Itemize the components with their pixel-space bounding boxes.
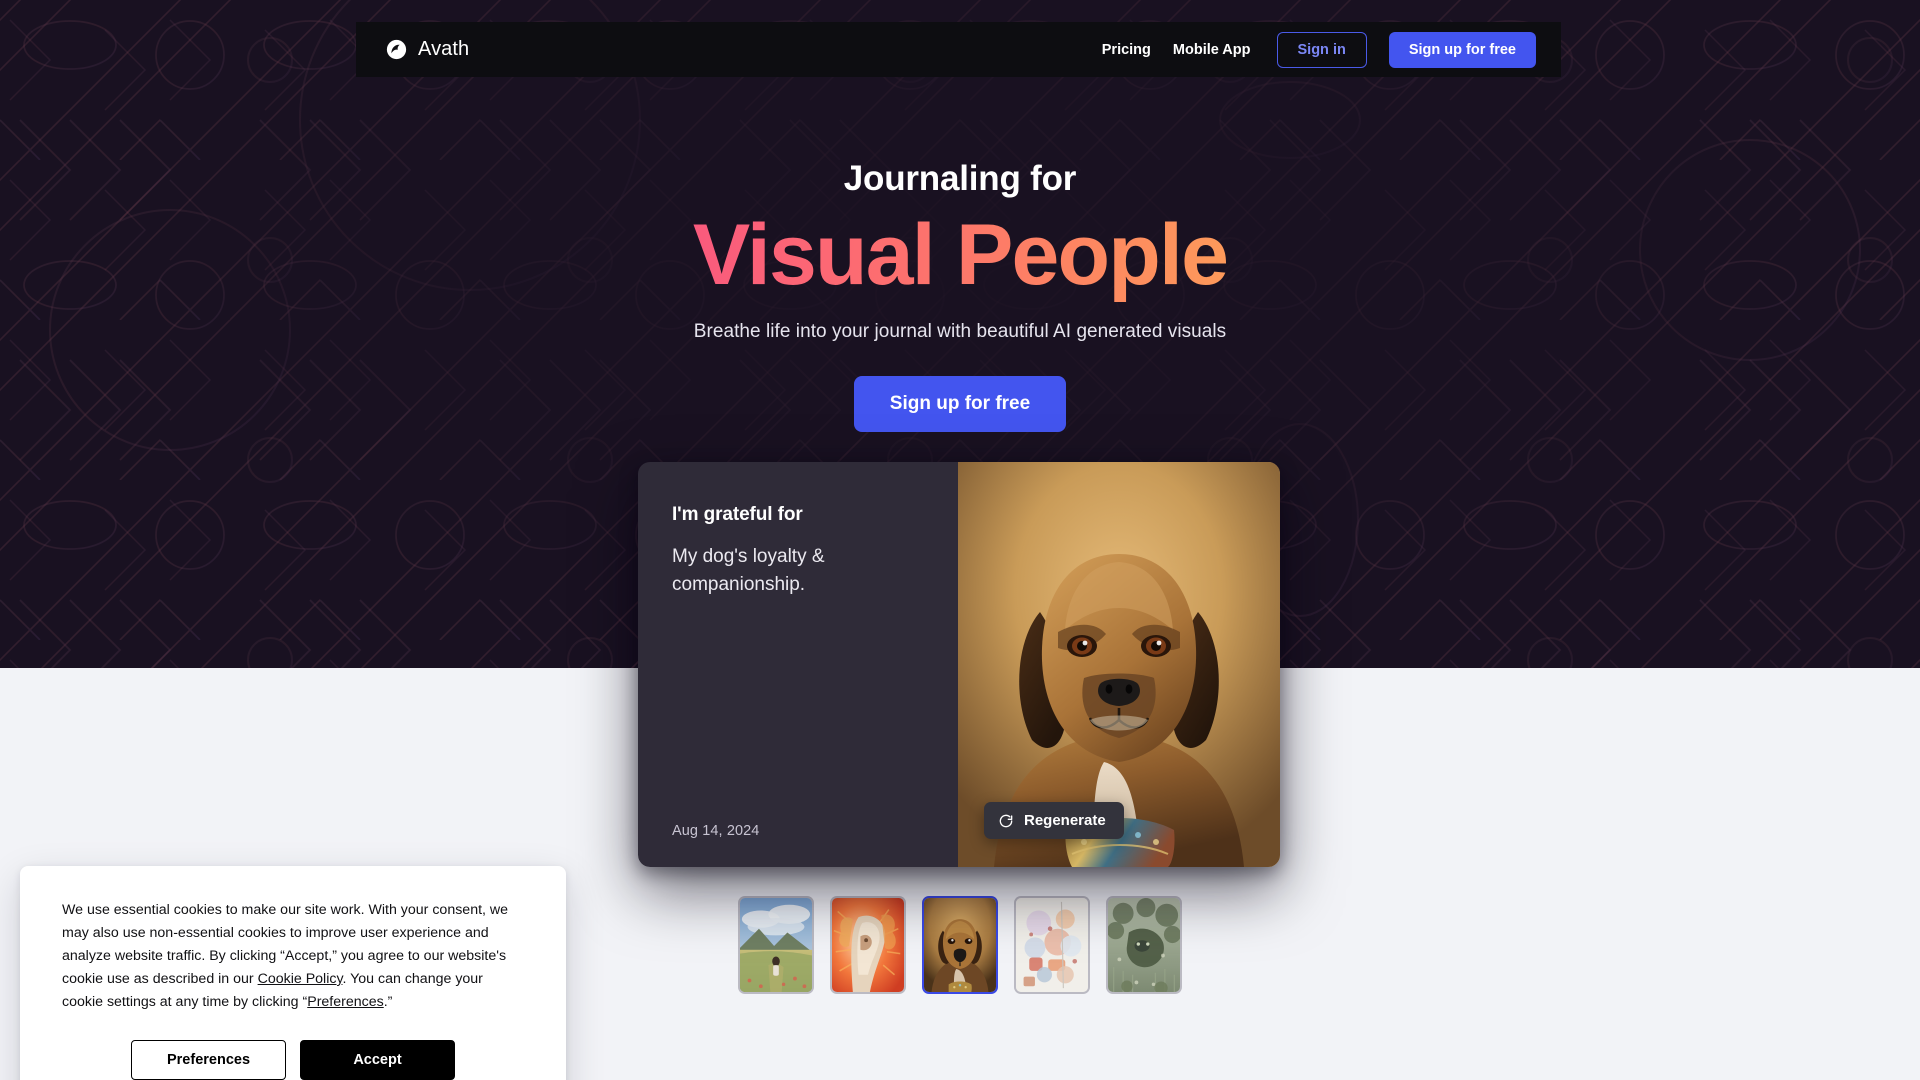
thumbnail-meadow[interactable] [738, 896, 814, 994]
accept-button[interactable]: Accept [300, 1040, 455, 1080]
preferences-link[interactable]: Preferences [307, 994, 384, 1010]
sign-in-button[interactable]: Sign in [1276, 31, 1367, 68]
cookie-text-part-3: .” [383, 994, 393, 1010]
hero-sign-up-button[interactable]: Sign up for free [853, 375, 1067, 432]
sign-up-nav-button[interactable]: Sign up for free [1388, 31, 1536, 68]
hero-subheading: Breathe life into your journal with beau… [693, 320, 1227, 342]
brand-logo[interactable]: Avath [386, 38, 469, 61]
regenerate-label: Regenerate [1024, 812, 1106, 829]
site-header: Avath Pricing Mobile App Sign in Sign up… [356, 22, 1561, 77]
nav-link-pricing[interactable]: Pricing [1102, 42, 1151, 58]
journal-card-image-panel: Regenerate [958, 462, 1280, 867]
hero-heading-line-1: Journaling for [843, 159, 1077, 198]
primary-nav: Pricing Mobile App Sign in Sign up for f… [1102, 31, 1536, 68]
nav-link-mobile-app[interactable]: Mobile App [1173, 42, 1251, 58]
cookie-banner-actions: Preferences Accept [62, 1040, 524, 1080]
journal-entry-card: I'm grateful for My dog's loyalty & comp… [638, 462, 1280, 867]
thumbnail-forest-creature[interactable] [1106, 896, 1182, 994]
cookie-consent-banner: We use essential cookies to make our sit… [20, 866, 566, 1080]
journal-entry-date: Aug 14, 2024 [672, 823, 760, 839]
avath-logo-icon [386, 39, 407, 60]
brand-name: Avath [418, 38, 470, 60]
journal-prompt: I'm grateful for [672, 504, 803, 525]
hero-heading-line-2: Visual People [692, 206, 1229, 303]
cookie-banner-text: We use essential cookies to make our sit… [62, 899, 524, 1014]
preferences-button[interactable]: Preferences [131, 1040, 286, 1080]
journal-card-text-panel: I'm grateful for My dog's loyalty & comp… [638, 462, 958, 867]
thumbnail-dog-portrait[interactable] [922, 896, 998, 994]
refresh-icon [999, 814, 1013, 827]
thumbnail-fire-portrait[interactable] [830, 896, 906, 994]
journal-entry-text: My dog's loyalty & companionship. [672, 546, 825, 595]
landing-page: Avath Pricing Mobile App Sign in Sign up… [0, 0, 1920, 1080]
cookie-policy-link[interactable]: Cookie Policy [258, 971, 343, 987]
regenerate-button[interactable]: Regenerate [984, 802, 1124, 839]
thumbnail-abstract-collage[interactable] [1014, 896, 1090, 994]
